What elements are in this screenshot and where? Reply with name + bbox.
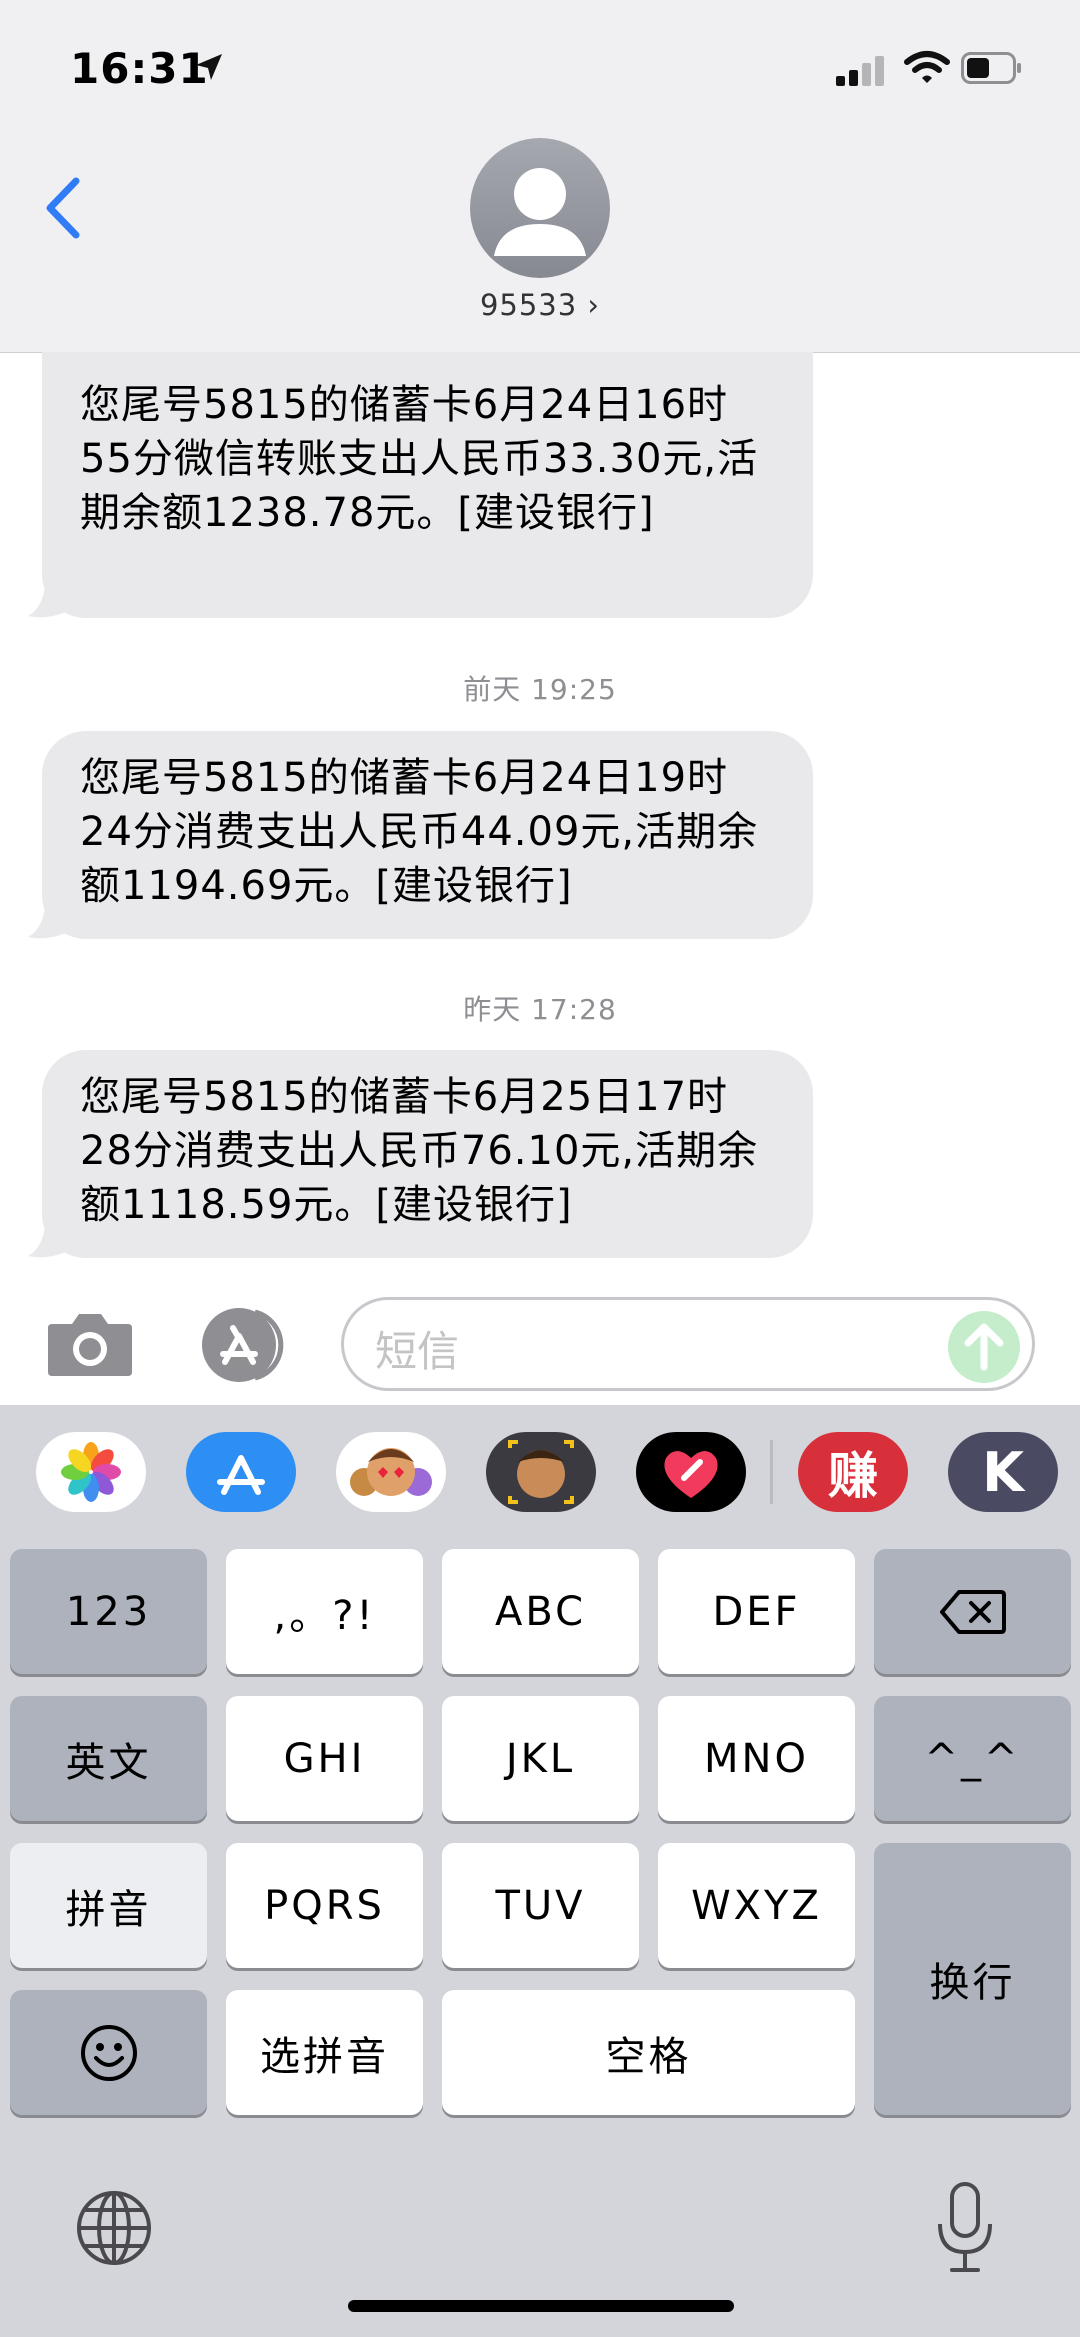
message-timestamp: 昨天 17:28 xyxy=(463,993,617,1026)
memoji-stickers-icon[interactable] xyxy=(336,1432,446,1512)
message-bubble[interactable]: 您尾号5815的储蓄卡6月25日17时28分消费支出人民币76.10元,活期余额… xyxy=(42,1050,813,1258)
message-timestamp: 前天 19:25 xyxy=(463,673,617,706)
key-pinyin[interactable]: 拼音 xyxy=(10,1843,207,1968)
wifi-icon xyxy=(904,51,950,83)
message-bubble[interactable]: 您尾号5815的储蓄卡6月24日19时24分消费支出人民币44.09元,活期余额… xyxy=(42,731,813,939)
send-button[interactable] xyxy=(948,1311,1020,1383)
arrow-up-icon xyxy=(964,1323,1004,1371)
memoji-camera-icon[interactable] xyxy=(486,1432,596,1512)
space-key[interactable]: 空格 xyxy=(442,1990,855,2115)
status-time: 16:31 xyxy=(70,44,209,93)
globe-icon[interactable] xyxy=(74,2188,154,2268)
photos-app-icon[interactable] xyxy=(36,1432,146,1512)
message-text: 您尾号5815的储蓄卡6月24日16时55分微信转账支出人民币33.30元,活期… xyxy=(80,382,759,536)
key-emoticon[interactable]: ^_^ xyxy=(874,1696,1071,1821)
input-placeholder: 短信 xyxy=(375,1327,460,1376)
home-indicator[interactable] xyxy=(348,2300,734,2312)
k-app-label: K xyxy=(982,1440,1024,1504)
zhuan-app-label: 赚 xyxy=(828,1447,878,1505)
microphone-icon[interactable] xyxy=(930,2180,1000,2276)
key-pqrs[interactable]: PQRS xyxy=(226,1843,423,1968)
contact-avatar[interactable] xyxy=(470,138,610,278)
digital-touch-icon[interactable] xyxy=(636,1432,746,1512)
key-punctuation[interactable]: ,。?! xyxy=(226,1549,423,1674)
key-123[interactable]: 123 xyxy=(10,1549,207,1674)
key-english[interactable]: 英文 xyxy=(10,1696,207,1821)
camera-icon[interactable] xyxy=(46,1310,134,1378)
app-store-icon[interactable] xyxy=(186,1432,296,1512)
key-select-pinyin[interactable]: 选拼音 xyxy=(226,1990,423,2115)
contact-name[interactable]: 95533 › xyxy=(440,288,640,322)
key-wxyz[interactable]: WXYZ xyxy=(658,1843,855,1968)
delete-backspace-icon xyxy=(939,1589,1006,1634)
key-mno[interactable]: MNO xyxy=(658,1696,855,1821)
app-store-button-icon[interactable] xyxy=(193,1306,293,1384)
key-ghi[interactable]: GHI xyxy=(226,1696,423,1821)
location-arrow-icon xyxy=(196,54,222,80)
message-bubble[interactable]: 您尾号5815的储蓄卡6月24日16时55分微信转账支出人民币33.30元,活期… xyxy=(42,352,813,618)
battery-icon xyxy=(961,52,1021,84)
message-text: 您尾号5815的储蓄卡6月25日17时28分消费支出人民币76.10元,活期余额… xyxy=(80,1074,759,1228)
person-silhouette-icon xyxy=(494,168,586,256)
return-key[interactable]: 换行 xyxy=(874,1843,1071,2115)
key-tuv[interactable]: TUV xyxy=(442,1843,639,1968)
back-chevron-icon[interactable] xyxy=(40,175,88,241)
k-app-icon[interactable]: K xyxy=(948,1432,1058,1512)
cellular-signal-icon xyxy=(836,54,886,86)
delete-key[interactable] xyxy=(874,1549,1071,1674)
key-def[interactable]: DEF xyxy=(658,1549,855,1674)
bubble-tail xyxy=(28,578,66,618)
app-strip-divider xyxy=(770,1440,773,1504)
zhuan-app-icon[interactable]: 赚 xyxy=(798,1432,908,1512)
emoji-key[interactable] xyxy=(10,1990,207,2115)
key-jkl[interactable]: JKL xyxy=(442,1696,639,1821)
smiley-icon xyxy=(80,2024,137,2081)
key-abc[interactable]: ABC xyxy=(442,1549,639,1674)
message-text: 您尾号5815的储蓄卡6月24日19时24分消费支出人民币44.09元,活期余额… xyxy=(80,755,759,909)
bubble-tail xyxy=(28,899,66,939)
bubble-tail xyxy=(28,1218,66,1258)
